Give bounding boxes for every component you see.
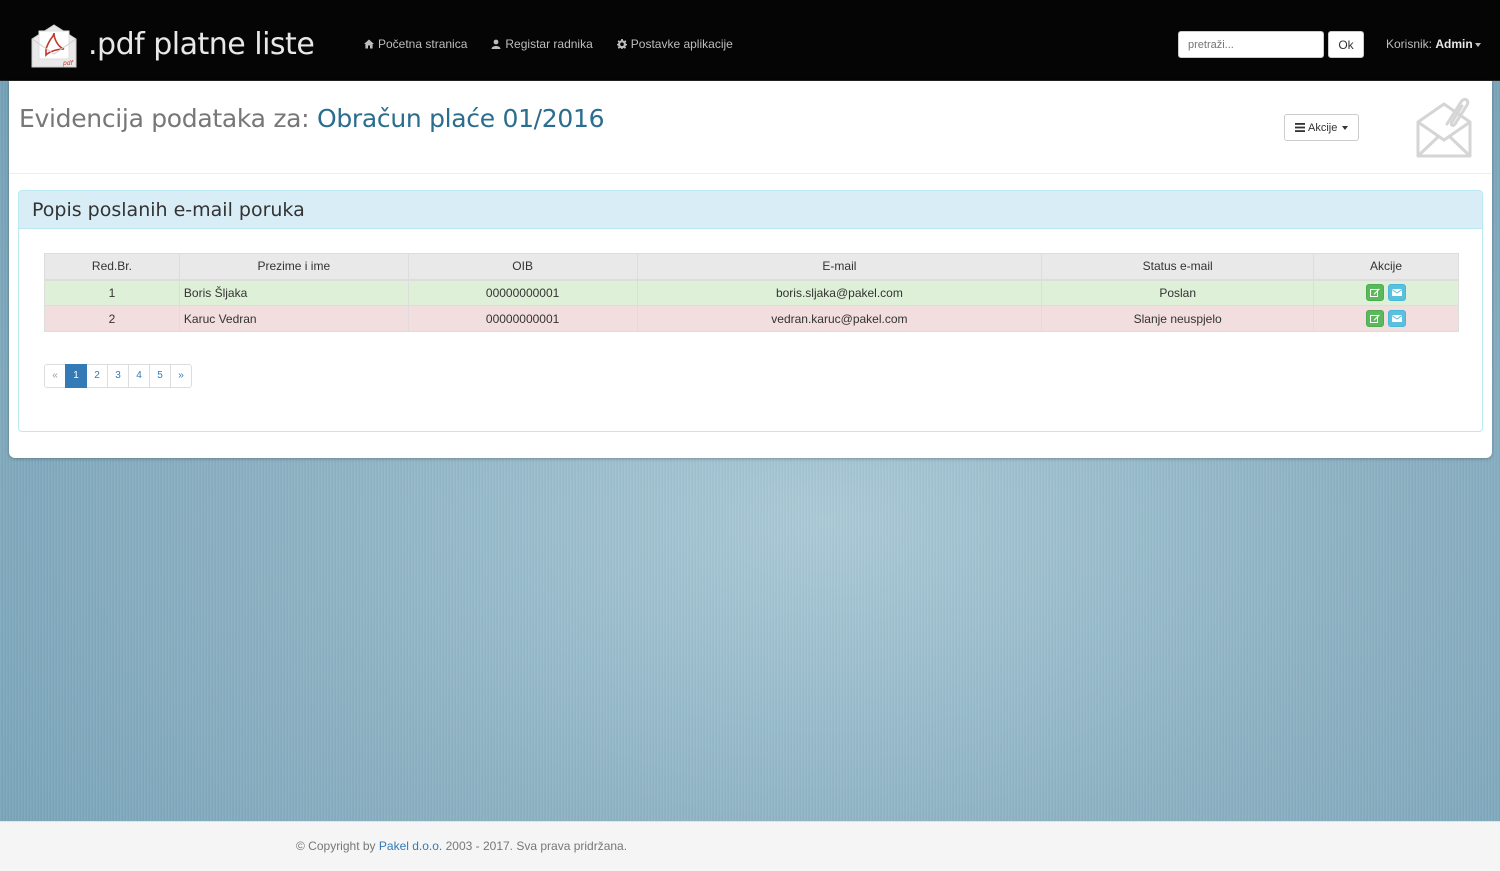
envelope-icon <box>1392 315 1403 322</box>
nav-link-home[interactable]: Početna stranica <box>364 37 467 51</box>
cell-status: Poslan <box>1041 279 1315 306</box>
cell-status: Slanje neuspjelo <box>1041 305 1315 332</box>
caret-down-icon <box>1474 42 1481 47</box>
page-title-prefix: Evidencija podataka za: <box>19 104 310 133</box>
cell-name: Boris Šljaka <box>178 279 409 306</box>
edit-button[interactable] <box>1366 310 1385 327</box>
nav-link-home-label: Početna stranica <box>378 37 468 51</box>
cell-oib: 00000000001 <box>407 305 638 332</box>
pagination-page-3[interactable]: 3 <box>107 364 129 388</box>
menu-icon <box>1295 123 1305 132</box>
table-header-row: Red.Br. Prezime i ime OIB E-mail Status … <box>44 253 1459 281</box>
user-menu-dropdown[interactable]: Korisnik: Admin <box>1386 37 1481 51</box>
actions-dropdown-label: Akcije <box>1308 121 1338 134</box>
page-title: Evidencija podataka za: Obračun plaće 01… <box>19 104 605 133</box>
cell-email: boris.sljaka@pakel.com <box>636 279 1043 306</box>
user-menu-prefix: Korisnik: <box>1386 37 1433 51</box>
caret-down-icon <box>1342 125 1349 130</box>
actions-dropdown-button[interactable]: Akcije <box>1284 114 1360 141</box>
user-icon <box>491 39 501 49</box>
search-ok-button[interactable]: Ok <box>1328 31 1364 58</box>
cell-oib: 00000000001 <box>407 279 638 306</box>
main-nav: Početna stranica Registar radnika Postav… <box>364 37 733 51</box>
footer-prefix: © Copyright by <box>296 839 376 853</box>
cell-email: vedran.karuc@pakel.com <box>636 305 1043 332</box>
footer: © Copyright by Pakel d.o.o. 2003 - 2017.… <box>0 821 1500 871</box>
pagination-page-2[interactable]: 2 <box>86 364 108 388</box>
gear-icon <box>616 39 627 49</box>
column-header-email[interactable]: E-mail <box>636 253 1043 281</box>
search-input[interactable] <box>1178 31 1324 58</box>
column-header-actions: Akcije <box>1313 253 1459 281</box>
nav-link-settings-label: Postavke aplikacije <box>630 37 733 51</box>
nav-link-employees-label: Registar radnika <box>505 37 593 51</box>
logo-pdf-label: pdf <box>62 60 74 67</box>
pdf-envelope-logo-icon: pdf <box>30 21 78 69</box>
page-title-payroll: Obračun plaće 01/2016 <box>316 104 605 133</box>
cell-actions <box>1313 305 1459 332</box>
pagination-page-4[interactable]: 4 <box>128 364 150 388</box>
top-navbar: pdf .pdf platne liste Početna stranica R… <box>0 0 1500 81</box>
cell-number: 1 <box>44 279 180 306</box>
nav-link-employees[interactable]: Registar radnika <box>491 37 593 51</box>
edit-icon <box>1370 288 1380 298</box>
user-menu-name: Admin <box>1435 37 1473 51</box>
column-header-number[interactable]: Red.Br. <box>44 253 180 281</box>
pagination-page-5[interactable]: 5 <box>149 364 171 388</box>
pagination: « 1 2 3 4 5 » <box>44 364 192 388</box>
column-header-status[interactable]: Status e-mail <box>1041 253 1315 281</box>
footer-suffix: 2003 - 2017. Sva prava pridržana. <box>445 839 628 853</box>
table-row: 2 Karuc Vedran 00000000001 vedran.karuc@… <box>44 305 1459 332</box>
home-icon <box>364 39 374 49</box>
main-content-card: Evidencija podataka za: Obračun plaće 01… <box>9 81 1492 458</box>
cell-actions <box>1313 279 1459 306</box>
pagination-page-1[interactable]: 1 <box>65 364 87 388</box>
mail-attachment-icon <box>1415 96 1473 158</box>
brand[interactable]: pdf .pdf platne liste <box>30 20 315 70</box>
column-header-oib[interactable]: OIB <box>407 253 638 281</box>
cell-number: 2 <box>44 305 180 332</box>
edit-button[interactable] <box>1366 284 1385 302</box>
send-email-button[interactable] <box>1388 310 1407 327</box>
brand-title: .pdf platne liste <box>88 26 315 62</box>
table-row: 1 Boris Šljaka 00000000001 boris.sljaka@… <box>44 279 1459 306</box>
footer-company-link[interactable]: Pakel d.o.o. <box>379 839 442 853</box>
sent-emails-table: Red.Br. Prezime i ime OIB E-mail Status … <box>44 253 1459 332</box>
column-header-name[interactable]: Prezime i ime <box>178 253 409 281</box>
nav-link-settings[interactable]: Postavke aplikacije <box>616 37 733 51</box>
send-email-button[interactable] <box>1388 284 1407 302</box>
pagination-next[interactable]: » <box>170 364 192 388</box>
footer-copyright: © Copyright by Pakel d.o.o. 2003 - 2017.… <box>296 839 627 853</box>
edit-icon <box>1370 314 1380 323</box>
cell-name: Karuc Vedran <box>178 305 409 332</box>
pagination-prev[interactable]: « <box>44 364 66 388</box>
page-header: Evidencija podataka za: Obračun plaće 01… <box>9 81 1492 174</box>
search-form: Ok <box>1178 31 1364 58</box>
envelope-icon <box>1392 289 1403 297</box>
sent-emails-panel: Popis poslanih e-mail poruka Red.Br. Pre… <box>18 190 1483 432</box>
panel-title: Popis poslanih e-mail poruka <box>19 191 1482 229</box>
